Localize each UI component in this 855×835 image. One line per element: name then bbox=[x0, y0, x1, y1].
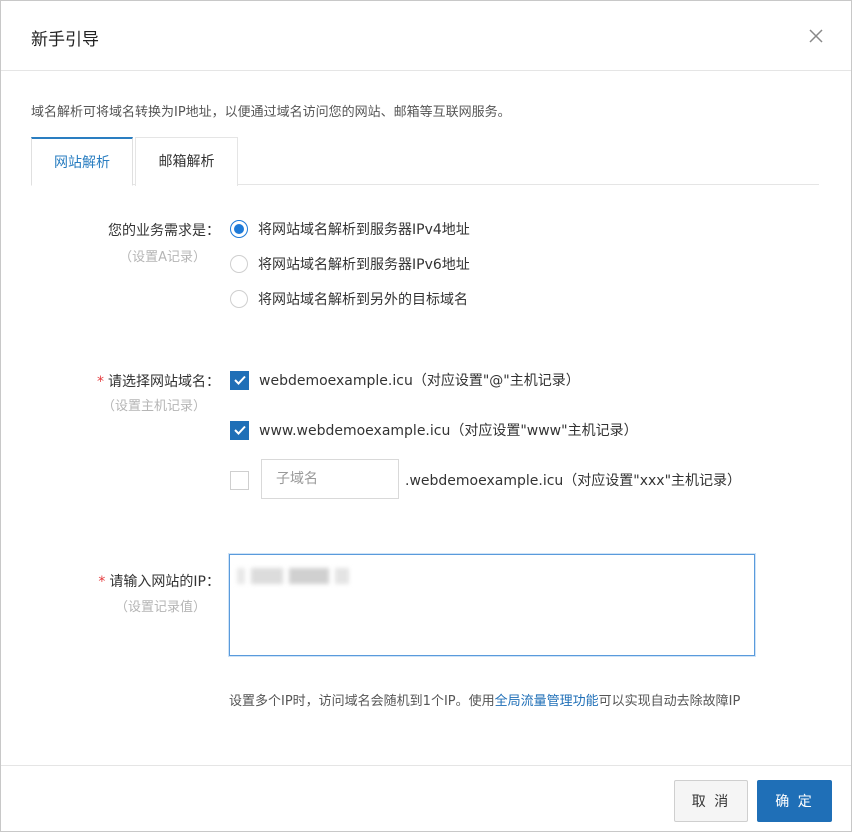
global-traffic-management-link[interactable]: 全局流量管理功能 bbox=[495, 694, 599, 709]
domain-option-subdomain[interactable] bbox=[230, 470, 249, 490]
domain-option-label: webdemoexample.icu（对应设置"@"主机记录） bbox=[259, 373, 580, 389]
radio-option-label: 将网站域名解析到服务器IPv4地址 bbox=[258, 222, 470, 238]
radio-option-ipv4[interactable]: 将网站域名解析到服务器IPv4地址 bbox=[230, 219, 470, 239]
business-label: 您的业务需求是： bbox=[108, 223, 220, 239]
checkmark-icon bbox=[233, 425, 246, 435]
radio-button[interactable] bbox=[230, 290, 248, 308]
radio-button[interactable] bbox=[230, 255, 248, 273]
domain-sublabel: （设置主机记录） bbox=[101, 399, 206, 414]
checkmark-icon bbox=[233, 375, 246, 385]
ip-label-text: 请输入网站的IP： bbox=[109, 574, 220, 590]
ip-sublabel: （设置记录值） bbox=[114, 600, 206, 615]
radio-option-label: 将网站域名解析到服务器IPv6地址 bbox=[258, 257, 470, 273]
tab-bar: 网站解析 邮箱解析 bbox=[31, 137, 819, 186]
close-button[interactable] bbox=[805, 25, 827, 47]
radio-option-ipv6[interactable]: 将网站域名解析到服务器IPv6地址 bbox=[230, 254, 470, 274]
dialog-title: 新手引导 bbox=[31, 30, 99, 50]
ip-label: * 请输入网站的IP： bbox=[20, 571, 220, 591]
domain-label-text: 请选择网站域名： bbox=[108, 374, 220, 390]
business-sublabel: （设置A记录） bbox=[119, 250, 206, 265]
radio-option-label: 将网站域名解析到另外的目标域名 bbox=[258, 292, 468, 308]
domain-option-root[interactable]: webdemoexample.icu（对应设置"@"主机记录） bbox=[230, 370, 580, 390]
ip-hint: 设置多个IP时，访问域名会随机到1个IP。使用全局流量管理功能可以实现自动去除故… bbox=[229, 690, 769, 714]
checkbox[interactable] bbox=[230, 420, 249, 440]
confirm-button[interactable]: 确 定 bbox=[757, 780, 832, 822]
required-mark: * bbox=[98, 574, 106, 590]
radio-button[interactable] bbox=[230, 220, 248, 238]
tab-website-resolution[interactable]: 网站解析 bbox=[31, 137, 133, 186]
guide-dialog: 新手引导 域名解析可将域名转换为IP地址，以便通过域名访问您的网站、邮箱等互联网… bbox=[0, 0, 852, 832]
dialog-description: 域名解析可将域名转换为IP地址，以便通过域名访问您的网站、邮箱等互联网服务。 bbox=[31, 105, 511, 120]
checkbox[interactable] bbox=[230, 370, 249, 390]
subdomain-suffix-label: .webdemoexample.icu（对应设置"xxx"主机记录） bbox=[405, 473, 742, 489]
checkbox[interactable] bbox=[230, 470, 249, 490]
subdomain-input[interactable] bbox=[261, 459, 399, 499]
required-mark: * bbox=[97, 374, 104, 390]
domain-option-label: www.webdemoexample.icu（对应设置"www"主机记录） bbox=[259, 423, 638, 439]
tab-email-resolution[interactable]: 邮箱解析 bbox=[135, 137, 238, 186]
hint-text-before: 设置多个IP时，访问域名会随机到1个IP。使用 bbox=[229, 694, 495, 709]
domain-label: * 请选择网站域名： bbox=[20, 371, 220, 391]
dialog-header: 新手引导 bbox=[1, 1, 851, 71]
close-icon bbox=[809, 29, 823, 43]
radio-option-target-domain[interactable]: 将网站域名解析到另外的目标域名 bbox=[230, 289, 468, 309]
dialog-footer: 取 消 确 定 bbox=[1, 765, 851, 833]
hint-text-after: 可以实现自动去除故障IP bbox=[598, 694, 741, 709]
cancel-button[interactable]: 取 消 bbox=[674, 780, 748, 822]
domain-option-www[interactable]: www.webdemoexample.icu（对应设置"www"主机记录） bbox=[230, 420, 638, 440]
redacted-ip-value bbox=[237, 564, 387, 588]
